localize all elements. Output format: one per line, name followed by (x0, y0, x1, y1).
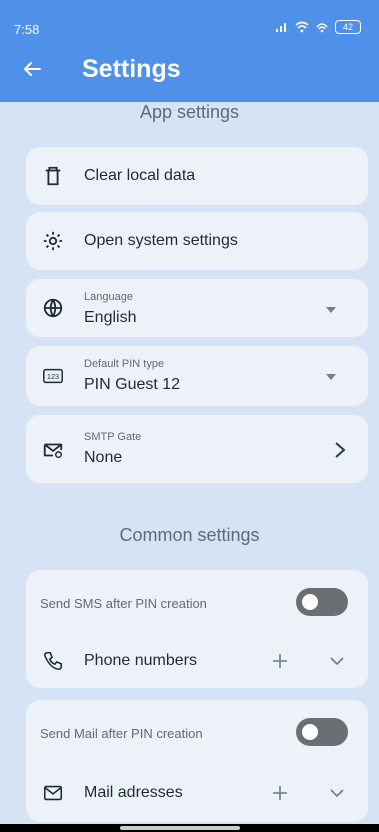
phone-icon (43, 651, 63, 671)
sms-settings-card: Send SMS after PIN creation Phone number… (26, 570, 368, 688)
status-time: 7:58 (14, 22, 40, 37)
language-dropdown[interactable]: Language English (26, 279, 368, 337)
toggle-knob (302, 724, 318, 740)
send-sms-label: Send SMS after PIN creation (40, 596, 207, 611)
chevron-down-icon[interactable] (330, 788, 344, 798)
signal-icon (276, 23, 286, 32)
pin-123-icon: 123 (43, 368, 63, 384)
open-system-settings-label: Open system settings (84, 232, 238, 249)
open-system-settings-row[interactable]: Open system settings (26, 212, 368, 270)
svg-text:123: 123 (47, 372, 59, 381)
send-mail-label: Send Mail after PIN creation (40, 726, 203, 741)
add-phone-icon[interactable] (272, 653, 288, 669)
section-title-app: App settings (139, 102, 240, 122)
smtp-gate-caption: SMTP Gate (84, 431, 142, 443)
phone-numbers-label: Phone numbers (84, 652, 197, 669)
smtp-gate-value: None (84, 449, 123, 466)
dropdown-arrow-icon (326, 307, 336, 313)
send-mail-toggle[interactable] (296, 718, 348, 746)
smtp-gate-row[interactable]: SMTP Gate None (26, 415, 368, 483)
send-sms-toggle[interactable] (296, 588, 348, 616)
mail-gear-icon (43, 443, 63, 459)
globe-icon (43, 298, 63, 318)
trash-icon (45, 166, 61, 186)
mail-settings-card: Send Mail after PIN creation Mail adress… (26, 700, 368, 822)
default-pin-type-dropdown[interactable]: 123 Default PIN type PIN Guest 12 (26, 346, 368, 406)
default-pin-type-value: PIN Guest 12 (84, 376, 181, 393)
hotspot-icon (316, 23, 328, 33)
section-title-common: Common settings (119, 525, 260, 545)
gear-icon (43, 231, 63, 251)
clear-local-data-row[interactable]: Clear local data (26, 147, 368, 205)
status-bar: 7:58 42 (0, 0, 379, 50)
clear-local-data-label: Clear local data (84, 167, 196, 184)
battery-icon: 42 (335, 20, 361, 34)
arrow-left-icon[interactable] (20, 57, 44, 81)
mail-icon (43, 785, 63, 801)
language-value: English (84, 309, 137, 326)
language-caption: Language (84, 291, 133, 303)
chevron-right-icon (335, 442, 346, 458)
status-icons: 42 (275, 20, 361, 34)
page-title: Settings (82, 55, 181, 83)
add-mail-icon[interactable] (272, 785, 288, 801)
app-bar: 7:58 42 Settings (0, 0, 379, 102)
wifi-icon (295, 21, 309, 33)
default-pin-type-caption: Default PIN type (84, 358, 165, 370)
dropdown-arrow-icon (326, 374, 336, 380)
toggle-knob (302, 594, 318, 610)
home-indicator[interactable] (120, 826, 240, 830)
mail-addresses-label: Mail adresses (84, 784, 183, 801)
chevron-down-icon[interactable] (330, 656, 344, 666)
